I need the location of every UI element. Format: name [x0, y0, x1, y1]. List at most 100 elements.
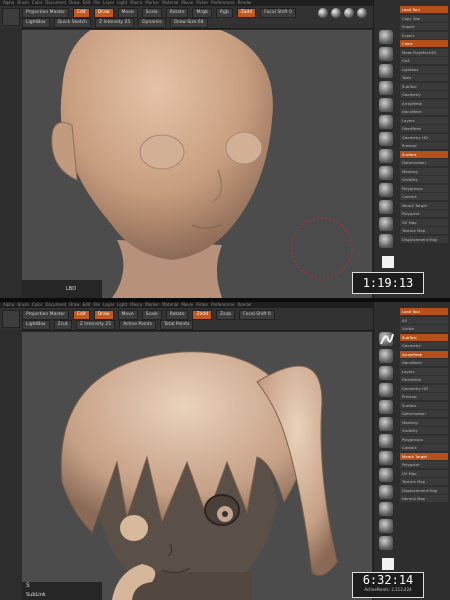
- zadd-button[interactable]: Zadd: [192, 310, 213, 320]
- mrgb-button[interactable]: Mrgb: [192, 8, 212, 18]
- palette-item[interactable]: Masking: [400, 418, 448, 426]
- palette-item[interactable]: ArrayMesh: [400, 350, 448, 358]
- palette-item[interactable]: Contact: [400, 193, 448, 200]
- palette-item[interactable]: UV Map: [400, 469, 448, 477]
- brush-icon[interactable]: [379, 400, 393, 414]
- zadd-button[interactable]: Zadd: [236, 8, 257, 18]
- palette-item[interactable]: Geometry HD: [400, 133, 448, 141]
- projection-master-button[interactable]: Projection Master: [22, 8, 70, 18]
- palette-item[interactable]: Displacement Map: [400, 235, 448, 243]
- stroke-curve-icon[interactable]: [378, 330, 396, 348]
- move-button[interactable]: Move: [117, 310, 138, 320]
- palette-item[interactable]: Normal Map: [400, 495, 448, 502]
- palette-item[interactable]: Geometry: [400, 342, 448, 349]
- palette-item[interactable]: Load Tool: [400, 308, 448, 315]
- palette-item[interactable]: UV Map: [400, 218, 448, 226]
- palette-item[interactable]: Geometry HD: [400, 384, 448, 392]
- color-swatch-white[interactable]: [382, 256, 394, 268]
- palette-item[interactable]: Geometry: [400, 91, 448, 98]
- palette-item[interactable]: Preview: [400, 393, 448, 400]
- brush-icon[interactable]: [379, 468, 393, 482]
- draw-button[interactable]: Draw: [93, 310, 114, 320]
- palette-item[interactable]: Polypaint: [400, 210, 448, 217]
- lightbox-button[interactable]: LightBox: [22, 18, 50, 28]
- stroke-icon[interactable]: [379, 47, 393, 61]
- brush-icon[interactable]: [379, 200, 393, 214]
- brush-icon[interactable]: [379, 417, 393, 431]
- 3d-viewport[interactable]: S SubLink: [22, 332, 372, 600]
- quick-sketch-button[interactable]: Quick Sketch: [53, 18, 91, 28]
- palette-item[interactable]: Preview: [400, 142, 448, 149]
- z-intensity-slider[interactable]: Z Intensity 25: [75, 320, 116, 330]
- brush-icon[interactable]: [379, 166, 393, 180]
- brush-icon[interactable]: [379, 366, 393, 380]
- palette-item[interactable]: Export: [400, 31, 448, 39]
- dynamic-button[interactable]: Dynamic: [138, 18, 167, 28]
- palette-item[interactable]: Visibility: [400, 176, 448, 183]
- material-ball-icon[interactable]: [318, 8, 328, 18]
- brush-icon[interactable]: [379, 98, 393, 112]
- palette-item[interactable]: All: [400, 316, 448, 324]
- palette-item[interactable]: NanoMesh: [400, 108, 448, 115]
- palette-item[interactable]: Lightbox: [400, 65, 448, 73]
- palette-item[interactable]: Import: [400, 23, 448, 30]
- brush-icon[interactable]: [379, 485, 393, 499]
- focal-shift-slider[interactable]: Focal Shift 0: [239, 310, 275, 320]
- sphere-icon[interactable]: [379, 64, 393, 78]
- edit-button[interactable]: Edit: [73, 310, 90, 320]
- scale-button[interactable]: Scale: [141, 8, 162, 18]
- brush-icon[interactable]: [379, 217, 393, 231]
- material-ball-icon[interactable]: [331, 8, 341, 18]
- projection-master-button[interactable]: Projection Master: [22, 310, 70, 320]
- palette-item[interactable]: Load Tool: [400, 6, 448, 13]
- z-intensity-slider[interactable]: Z Intensity 25: [94, 18, 135, 28]
- brush-thumbnail-icon[interactable]: [2, 310, 20, 328]
- material-ball-icon[interactable]: [357, 8, 367, 18]
- material-icon[interactable]: [379, 30, 393, 44]
- palette-item[interactable]: Visibility: [400, 427, 448, 434]
- palette-item[interactable]: NanoMesh: [400, 359, 448, 366]
- palette-item[interactable]: Morph Target: [400, 201, 448, 209]
- palette-item[interactable]: Layers: [400, 367, 448, 375]
- palette-item[interactable]: Deformation: [400, 159, 448, 166]
- brush-icon[interactable]: [379, 234, 393, 248]
- palette-item[interactable]: ArrayMesh: [400, 99, 448, 107]
- palette-item[interactable]: Surface: [400, 401, 448, 409]
- 3d-viewport[interactable]: LBD: [22, 30, 372, 298]
- brush-icon[interactable]: [379, 81, 393, 95]
- palette-item[interactable]: Visible: [400, 325, 448, 332]
- palette-item[interactable]: Morph Target: [400, 452, 448, 460]
- palette-item[interactable]: Displacement Map: [400, 486, 448, 494]
- brush-icon[interactable]: [379, 132, 393, 146]
- palette-item[interactable]: Surface: [400, 150, 448, 158]
- material-swatches[interactable]: [318, 8, 367, 18]
- palette-item[interactable]: Tools: [400, 74, 448, 81]
- palette-item[interactable]: FiberMesh: [400, 125, 448, 132]
- lightbox-button[interactable]: LightBox: [22, 320, 50, 330]
- move-button[interactable]: Move: [117, 8, 138, 18]
- material-ball-icon[interactable]: [344, 8, 354, 18]
- draw-button[interactable]: Draw: [93, 8, 114, 18]
- edit-button[interactable]: Edit: [73, 8, 90, 18]
- palette-item[interactable]: Copy Tool: [400, 14, 448, 22]
- palette-item[interactable]: SubTool: [400, 333, 448, 341]
- palette-item[interactable]: Contact: [400, 444, 448, 451]
- rgb-button[interactable]: Rgb: [215, 8, 233, 18]
- palette-item[interactable]: Polygroups: [400, 435, 448, 443]
- brush-thumbnail-icon[interactable]: [2, 8, 20, 26]
- palette-item[interactable]: FiberMesh: [400, 376, 448, 383]
- brush-icon[interactable]: [379, 115, 393, 129]
- palette-item[interactable]: Texture Map: [400, 478, 448, 485]
- brush-icon[interactable]: [379, 183, 393, 197]
- zcut-button[interactable]: Zcut: [53, 320, 72, 330]
- palette-item[interactable]: Polypaint: [400, 461, 448, 468]
- palette-item[interactable]: Masking: [400, 167, 448, 175]
- rotate-button[interactable]: Rotate: [165, 310, 189, 320]
- brush-icon[interactable]: [379, 434, 393, 448]
- rotate-button[interactable]: Rotate: [165, 8, 189, 18]
- brush-icon[interactable]: [379, 149, 393, 163]
- draw-size-slider[interactable]: Draw Size 64: [170, 18, 208, 28]
- palette-item[interactable]: Clone: [400, 40, 448, 47]
- focal-shift-slider[interactable]: Focal Shift 0: [260, 8, 296, 18]
- brush-icon[interactable]: [379, 502, 393, 516]
